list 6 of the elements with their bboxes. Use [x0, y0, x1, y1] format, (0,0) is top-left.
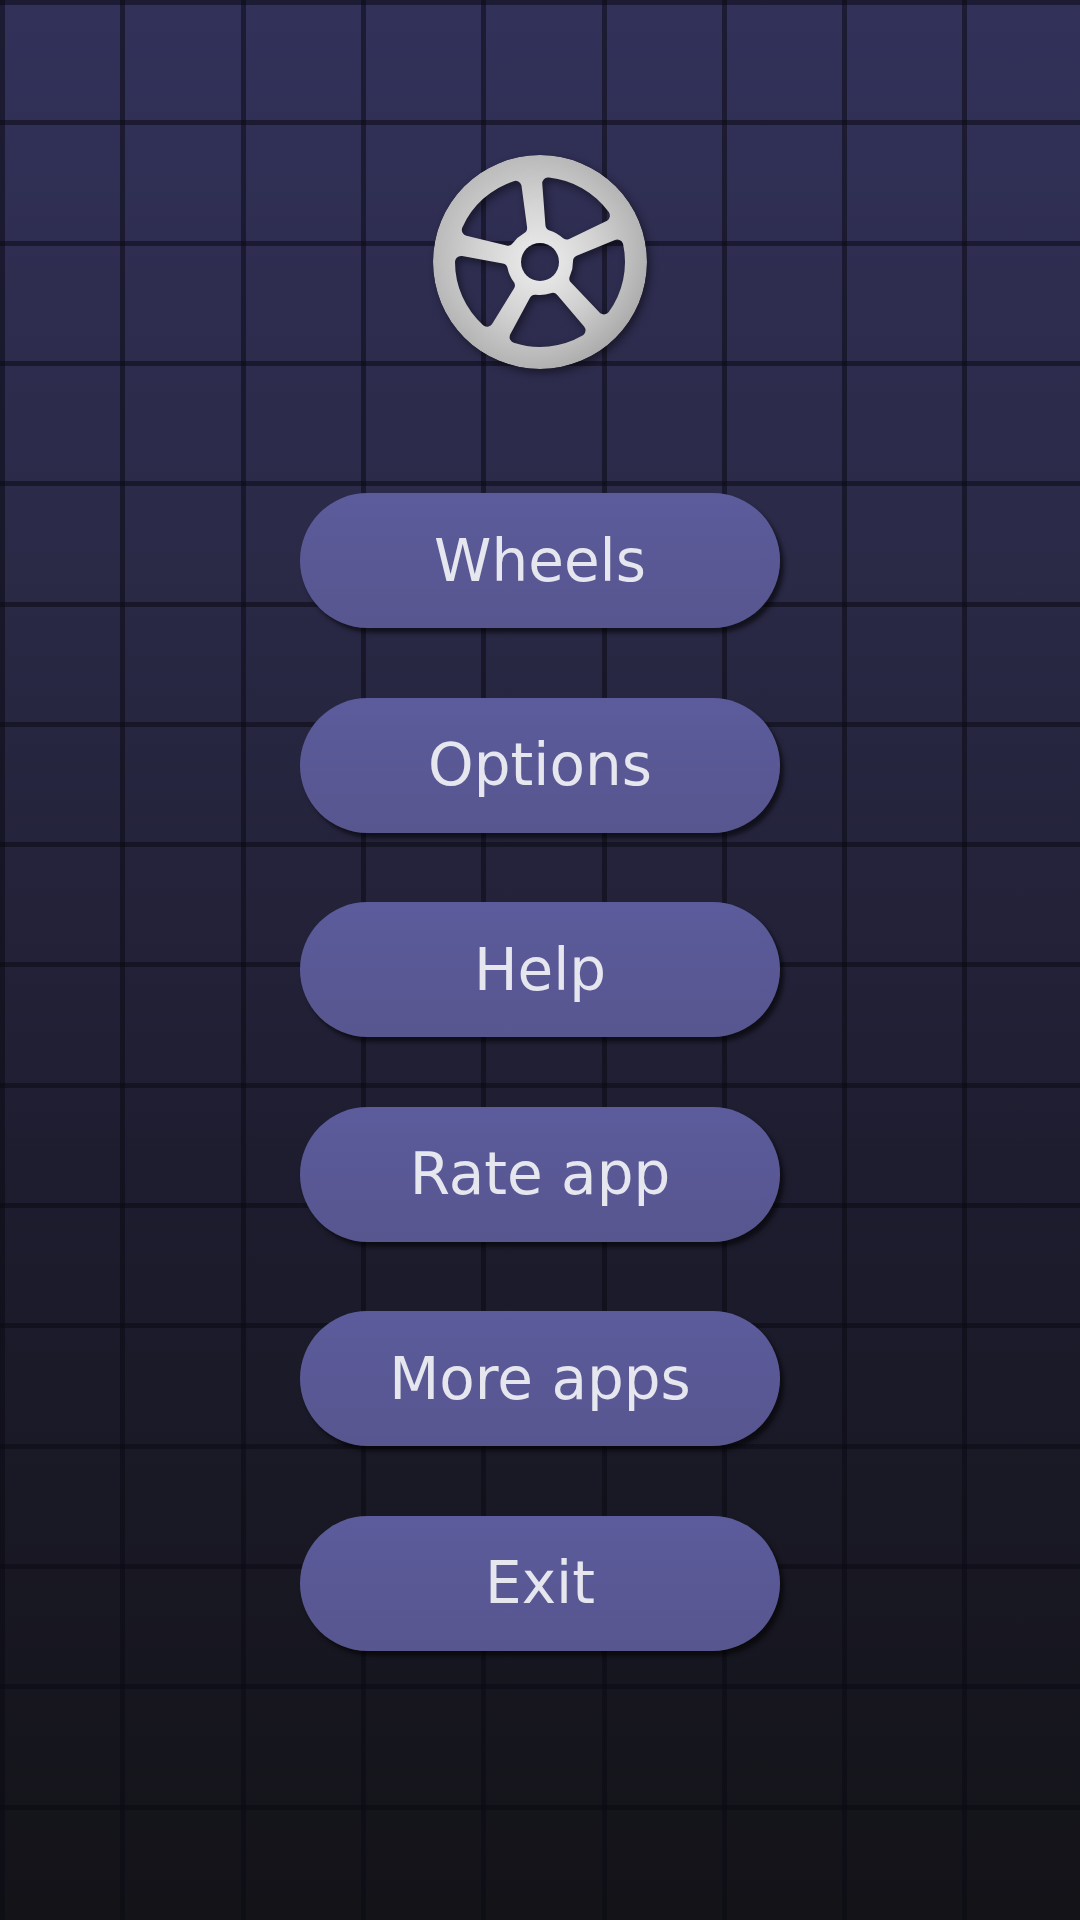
- menu-button[interactable]: Rate app: [300, 1106, 780, 1242]
- menu-button[interactable]: More apps: [300, 1311, 780, 1447]
- menu-button[interactable]: Exit: [300, 1515, 780, 1651]
- menu-button[interactable]: Wheels: [300, 493, 780, 628]
- menu-button[interactable]: Options: [300, 697, 780, 833]
- menu-button[interactable]: Help: [300, 902, 780, 1038]
